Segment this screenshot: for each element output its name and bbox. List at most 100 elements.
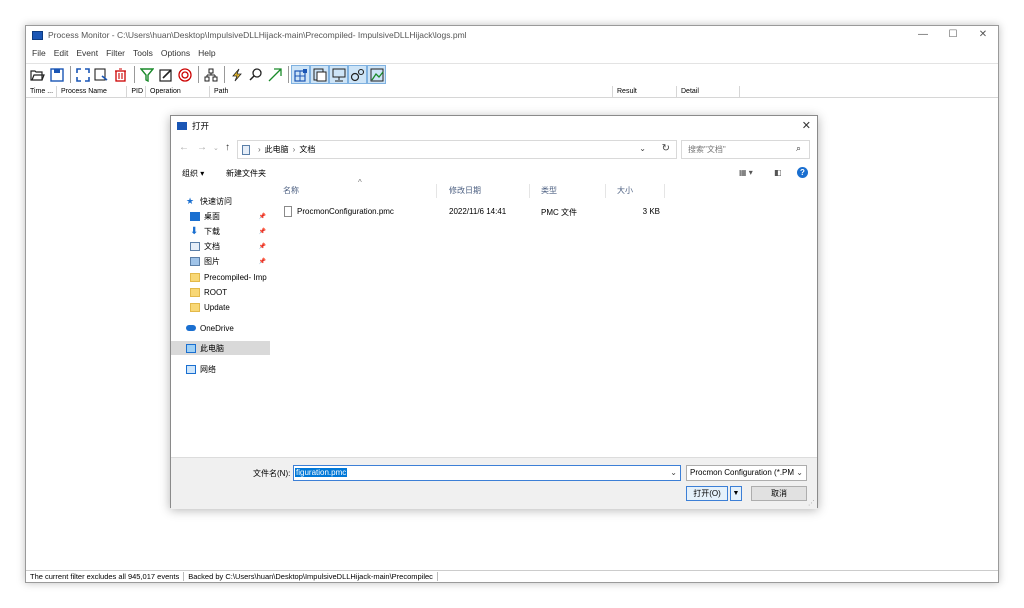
- col-detail[interactable]: Detail: [677, 86, 740, 98]
- autoscroll-icon[interactable]: [93, 66, 110, 83]
- search-input[interactable]: 搜索"文档": [681, 140, 810, 159]
- registry-activity-icon[interactable]: [291, 65, 310, 84]
- refresh-icon[interactable]: ↻: [662, 143, 670, 154]
- nav-label: 图片: [204, 256, 220, 266]
- filename-dropdown-chevron-icon[interactable]: ⌄: [670, 466, 677, 480]
- address-bar[interactable]: › 此电脑 › 文档 ⌄ ↻: [237, 140, 677, 159]
- close-button[interactable]: ✕: [968, 26, 998, 44]
- col-time[interactable]: Time ...: [26, 86, 57, 98]
- pin-icon: 📌: [258, 228, 266, 235]
- header-type[interactable]: 类型: [530, 184, 606, 198]
- file-name: ProcmonConfiguration.pmc: [297, 207, 394, 216]
- header-size[interactable]: 大小: [606, 184, 665, 198]
- file-activity-icon[interactable]: [310, 65, 329, 84]
- maximize-button[interactable]: ☐: [938, 26, 968, 44]
- nav-downloads[interactable]: ⬇ 下载 📌: [190, 224, 270, 238]
- breadcrumb-documents[interactable]: 文档: [299, 144, 315, 155]
- recent-locations-chevron-icon[interactable]: ⌄: [213, 144, 219, 152]
- nav-folder-update[interactable]: Update: [190, 300, 270, 314]
- network-activity-icon[interactable]: [329, 65, 348, 84]
- process-tree-icon[interactable]: [202, 66, 219, 83]
- toolbar-separator: [70, 66, 71, 83]
- address-dropdown-chevron-icon[interactable]: ⌄: [639, 144, 646, 153]
- minimize-button[interactable]: —: [908, 26, 938, 44]
- pin-icon: 📌: [258, 213, 266, 220]
- find-icon[interactable]: [247, 66, 264, 83]
- open-button[interactable]: 打开(O): [686, 486, 728, 501]
- menu-filter[interactable]: Filter: [106, 48, 125, 58]
- document-icon: [190, 241, 200, 251]
- nav-label: 此电脑: [200, 343, 224, 353]
- target-icon[interactable]: [176, 66, 193, 83]
- nav-folder-root[interactable]: ROOT: [190, 285, 270, 299]
- nav-label: Precompiled- Imp: [204, 272, 267, 282]
- col-operation[interactable]: Operation: [146, 86, 210, 98]
- col-result[interactable]: Result: [613, 86, 677, 98]
- pin-icon: 📌: [258, 243, 266, 250]
- nav-documents[interactable]: 文档 📌: [190, 239, 270, 253]
- back-arrow-icon[interactable]: ←: [179, 142, 189, 153]
- file-row[interactable]: ProcmonConfiguration.pmc 2022/11/6 14:41…: [272, 204, 818, 220]
- profiling-icon[interactable]: [367, 65, 386, 84]
- desktop-icon: [190, 211, 200, 221]
- col-process-name[interactable]: Process Name: [57, 86, 127, 98]
- resize-grip-icon[interactable]: ⋰: [808, 499, 815, 507]
- nav-network[interactable]: 网络: [186, 362, 270, 376]
- status-bar: The current filter excludes all 945,017 …: [26, 570, 998, 582]
- change-view-icon[interactable]: ▦ ▾: [739, 168, 753, 177]
- highlight-icon[interactable]: [157, 66, 174, 83]
- dialog-close-icon[interactable]: ✕: [802, 119, 811, 132]
- filetype-value: Procmon Configuration (*.PM: [690, 468, 795, 477]
- jump-icon[interactable]: [228, 66, 245, 83]
- col-path[interactable]: Path: [210, 86, 613, 98]
- organize-button[interactable]: 组织 ▾: [182, 168, 204, 179]
- dialog-title-bar[interactable]: 打开 ✕: [171, 116, 817, 136]
- menu-options[interactable]: Options: [161, 48, 190, 58]
- address-row: ← → ⌄ ↑ › 此电脑 › 文档 ⌄ ↻ 搜索"文档" ⌕: [171, 140, 817, 160]
- window-controls: — ☐ ✕: [908, 26, 998, 44]
- folder-icon: [190, 302, 200, 312]
- breadcrumb-this-pc[interactable]: 此电脑: [265, 144, 289, 155]
- menu-help[interactable]: Help: [198, 48, 215, 58]
- nav-label: 网络: [200, 364, 216, 374]
- process-activity-icon[interactable]: [348, 65, 367, 84]
- header-modified[interactable]: 修改日期: [437, 184, 530, 198]
- event-column-headers: Time ... Process Name PID Operation Path…: [26, 86, 998, 98]
- title-bar[interactable]: Process Monitor - C:\Users\huan\Desktop\…: [26, 26, 998, 44]
- nav-onedrive[interactable]: OneDrive: [186, 321, 270, 335]
- nav-folder-precompiled[interactable]: Precompiled- Imp: [190, 270, 270, 284]
- help-icon[interactable]: ?: [797, 167, 808, 178]
- header-name[interactable]: 名称: [272, 184, 437, 198]
- cancel-button[interactable]: 取消: [751, 486, 807, 501]
- search-icon[interactable]: ⌕: [796, 143, 812, 154]
- new-folder-button[interactable]: 新建文件夹: [226, 168, 266, 179]
- up-arrow-icon[interactable]: ↑: [225, 142, 230, 153]
- toolbar-separator: [224, 66, 225, 83]
- filter-icon[interactable]: [138, 66, 155, 83]
- file-type: PMC 文件: [541, 208, 577, 217]
- process-monitor-app-icon: [32, 30, 43, 40]
- toolbar: [26, 63, 998, 85]
- nav-desktop[interactable]: 桌面 📌: [190, 209, 270, 223]
- menu-file[interactable]: File: [32, 48, 46, 58]
- capture-icon[interactable]: [74, 66, 91, 83]
- save-icon[interactable]: [48, 66, 65, 83]
- nav-pictures[interactable]: 图片 📌: [190, 254, 270, 268]
- filetype-select[interactable]: Procmon Configuration (*.PM ⌄: [686, 465, 807, 481]
- col-pid[interactable]: PID: [127, 86, 146, 98]
- preview-pane-icon[interactable]: ◧: [774, 168, 782, 177]
- menu-tools[interactable]: Tools: [133, 48, 153, 58]
- nav-quick-access[interactable]: ★ 快速访问: [186, 194, 270, 208]
- filetype-chevron-icon: ⌄: [796, 466, 803, 480]
- jump-to-icon[interactable]: [266, 66, 283, 83]
- open-options-dropdown-icon[interactable]: ▼: [730, 486, 742, 501]
- nav-label: OneDrive: [200, 323, 234, 333]
- status-filter: The current filter excludes all 945,017 …: [26, 572, 185, 581]
- clear-icon[interactable]: [112, 66, 129, 83]
- filename-input[interactable]: figuration.pmc ⌄: [293, 465, 681, 481]
- open-folder-icon[interactable]: [29, 66, 46, 83]
- forward-arrow-icon[interactable]: →: [197, 142, 207, 153]
- menu-edit[interactable]: Edit: [54, 48, 69, 58]
- nav-this-pc[interactable]: 此电脑: [171, 341, 270, 355]
- menu-event[interactable]: Event: [76, 48, 98, 58]
